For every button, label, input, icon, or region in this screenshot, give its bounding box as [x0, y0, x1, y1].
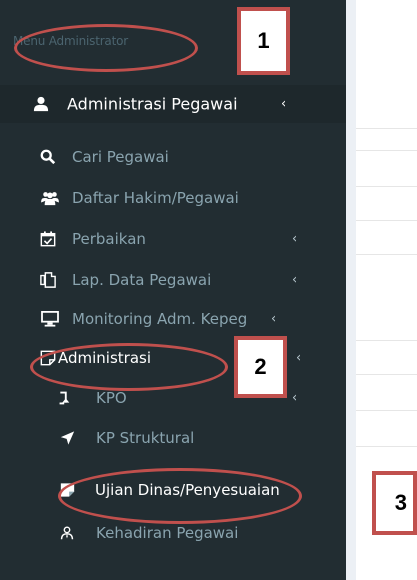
- sidebar-item-label: Administrasi Pegawai: [67, 94, 238, 114]
- user-tie-icon: [60, 526, 74, 540]
- copy-icon: [40, 272, 56, 288]
- sidebar-item-administrasi-pegawai[interactable]: Administrasi Pegawai ‹: [0, 85, 346, 123]
- annotation-circle-2: [30, 343, 228, 391]
- desktop-icon: [41, 311, 59, 327]
- sidebar-item-label: Perbaikan: [72, 230, 146, 248]
- users-icon: [41, 192, 59, 206]
- chevron-left-icon: ‹: [281, 96, 287, 112]
- sidebar-item-label: Daftar Hakim/Pegawai: [72, 189, 239, 207]
- calendar-check-icon: [40, 231, 56, 247]
- sidebar-item-daftar-hakim[interactable]: Daftar Hakim/Pegawai: [0, 181, 346, 215]
- sidebar-item-label: KP Struktural: [96, 429, 195, 447]
- level-up-icon: [59, 391, 70, 405]
- sidebar-scrollbar-track: [346, 0, 356, 580]
- annotation-circle-1: [14, 24, 198, 72]
- chevron-left-icon: ‹: [292, 272, 298, 288]
- sidebar-item-lap-data-pegawai[interactable]: Lap. Data Pegawai ‹: [0, 263, 346, 297]
- chevron-left-icon: ‹: [296, 350, 302, 366]
- sidebar-subitem-kp-struktural[interactable]: KP Struktural: [0, 421, 346, 455]
- chevron-left-icon: ‹: [271, 311, 277, 327]
- annotation-badge-3: 3: [372, 471, 417, 535]
- user-icon: [33, 96, 49, 112]
- sidebar-item-monitoring[interactable]: Monitoring Adm. Kepeg ‹: [0, 302, 346, 336]
- sidebar-item-cari-pegawai[interactable]: Cari Pegawai: [0, 140, 346, 174]
- sidebar-item-label: Monitoring Adm. Kepeg: [72, 310, 248, 328]
- location-arrow-icon: [60, 431, 75, 445]
- annotation-badge-2: 2: [234, 336, 287, 398]
- annotation-badge-1: 1: [237, 7, 290, 75]
- sidebar-item-label: Kehadiran Pegawai: [96, 524, 239, 542]
- annotation-circle-3: [58, 468, 302, 524]
- chevron-left-icon: ‹: [292, 231, 298, 247]
- chevron-left-icon: ‹: [292, 390, 298, 406]
- search-icon: [40, 149, 56, 165]
- sidebar-item-label: KPO: [96, 389, 127, 407]
- sidebar-item-perbaikan[interactable]: Perbaikan ‹: [0, 222, 346, 256]
- sidebar-item-label: Lap. Data Pegawai: [72, 271, 212, 289]
- sidebar-item-label: Cari Pegawai: [72, 148, 169, 166]
